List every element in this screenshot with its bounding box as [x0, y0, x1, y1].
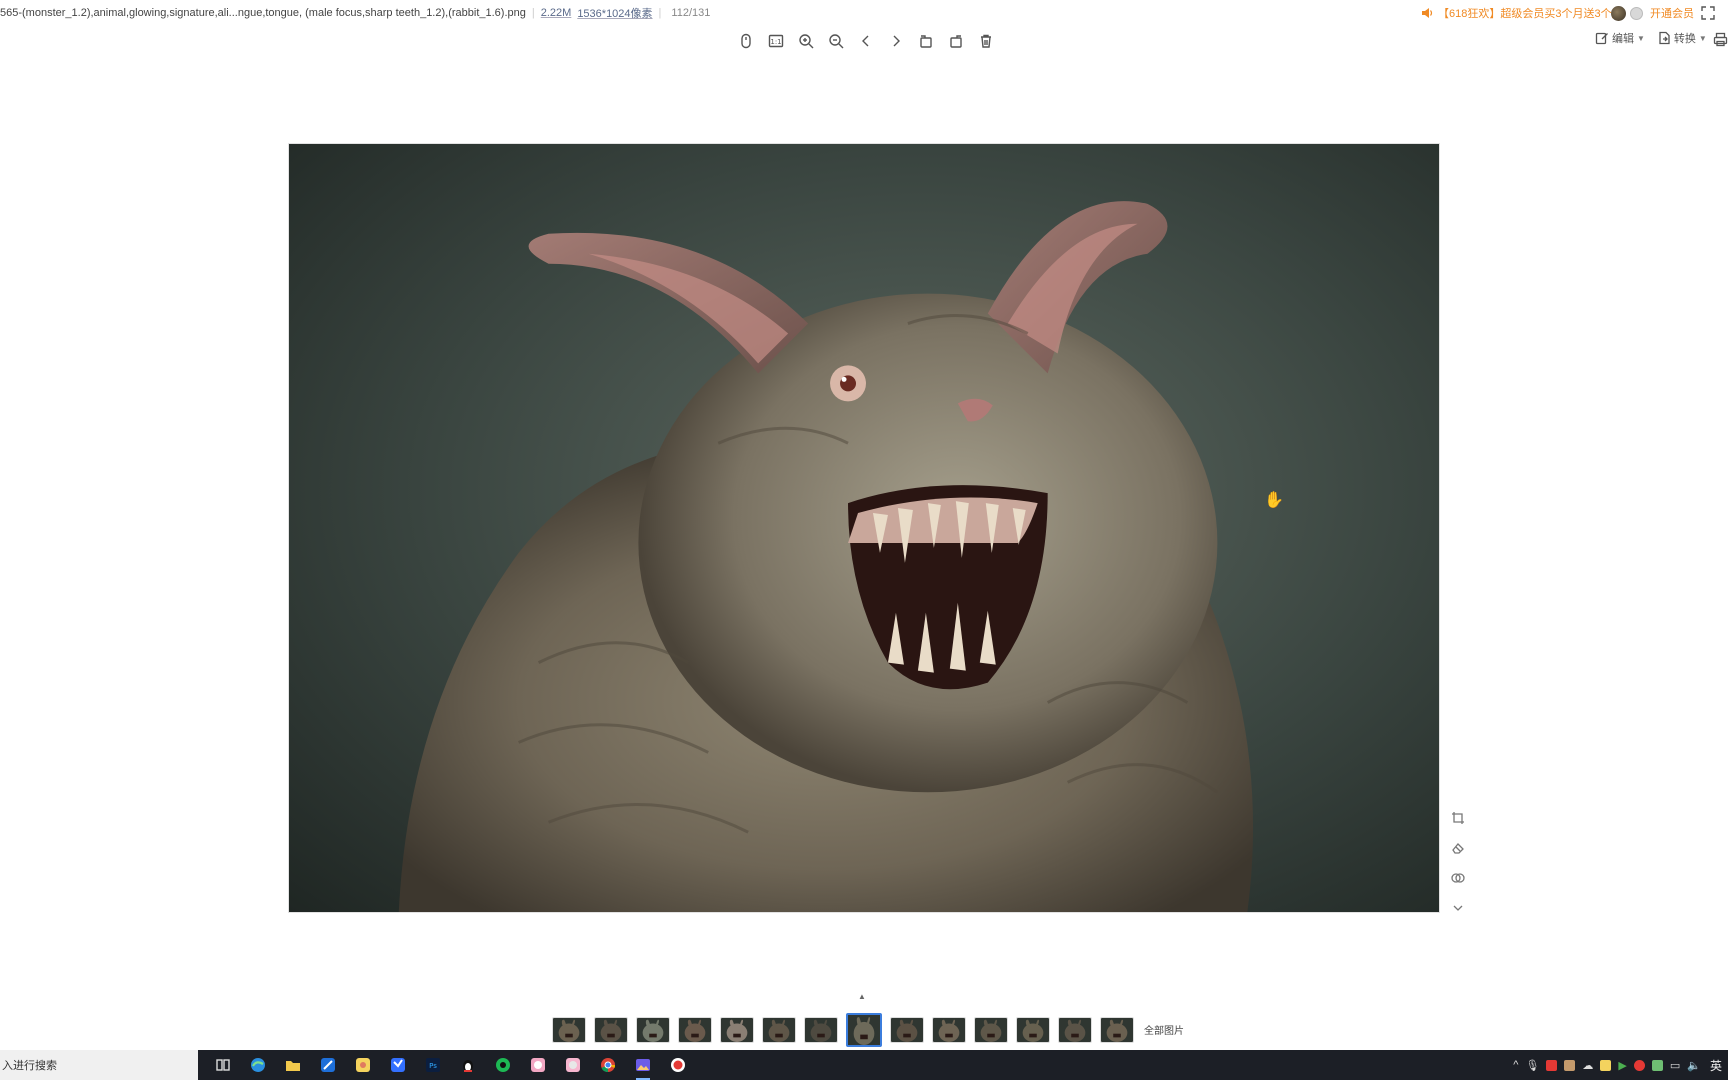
notes-app-icon[interactable]: [352, 1054, 374, 1076]
monster-rabbit-image: [398, 201, 1254, 912]
task-view-icon[interactable]: [212, 1054, 234, 1076]
filmstrip: [552, 1013, 1134, 1047]
thumbnail[interactable]: [594, 1017, 628, 1043]
delete-button[interactable]: [975, 30, 997, 52]
svg-text:1:1: 1:1: [770, 38, 781, 46]
microphone-icon[interactable]: 🎙: [1525, 1059, 1539, 1072]
main-image[interactable]: [288, 143, 1440, 913]
svg-text:Ps: Ps: [429, 1062, 437, 1070]
screen-recorder-icon[interactable]: [667, 1054, 689, 1076]
file-explorer-icon[interactable]: [282, 1054, 304, 1076]
photoshop-icon[interactable]: Ps: [422, 1054, 444, 1076]
image-viewer-app-icon[interactable]: [632, 1054, 654, 1080]
fullscreen-icon[interactable]: [1700, 5, 1716, 21]
cloud-icon[interactable]: ☁: [1582, 1059, 1593, 1072]
red-app-tray-icon[interactable]: [1546, 1059, 1558, 1071]
eraser-button[interactable]: [1448, 838, 1468, 858]
input-language-indicator[interactable]: 英: [1710, 1057, 1722, 1074]
promo-text[interactable]: 【618狂欢】超级会员买3个月送3个月: [1438, 5, 1623, 21]
next-image-button[interactable]: [885, 30, 907, 52]
thumbnail[interactable]: [678, 1017, 712, 1043]
promo-banner[interactable]: 【618狂欢】超级会员买3个月送3个月: [1420, 0, 1623, 26]
taskbar-apps: Ps: [212, 1054, 689, 1080]
convert-icon: [1659, 31, 1670, 45]
side-tools: [1448, 808, 1468, 918]
chevron-up-icon[interactable]: ^: [1513, 1059, 1518, 1071]
convert-menu-button[interactable]: 转换 ▼: [1657, 30, 1707, 46]
lark-app-icon[interactable]: [387, 1054, 409, 1076]
viewer-toolbar: 1:1: [735, 30, 997, 52]
file-name: 565-(monster_1.2),animal,glowing,signatu…: [0, 7, 526, 19]
record-tray-icon[interactable]: [1633, 1059, 1645, 1071]
thumbnail[interactable]: [974, 1017, 1008, 1043]
chevron-right-icon: [893, 35, 900, 47]
thumbnail[interactable]: [552, 1017, 586, 1043]
image-counter: 112/131: [671, 7, 711, 19]
user-avatar[interactable]: [1611, 6, 1626, 21]
speaker-icon: [1420, 6, 1434, 20]
thumbnail[interactable]: [1016, 1017, 1050, 1043]
volume-icon[interactable]: 🔈: [1687, 1059, 1701, 1072]
chevron-left-icon: [862, 35, 869, 47]
collapse-button[interactable]: [1448, 898, 1468, 918]
green-tray-icon[interactable]: [1651, 1059, 1663, 1071]
qq-penguin-icon[interactable]: [457, 1054, 479, 1076]
previous-image-button[interactable]: [855, 30, 877, 52]
trash-icon: [981, 34, 991, 48]
pink-app-icon-2[interactable]: [562, 1054, 584, 1076]
thumbnail[interactable]: [636, 1017, 670, 1043]
thumbnail[interactable]: [804, 1017, 838, 1043]
thumbnail[interactable]: [720, 1017, 754, 1043]
thumbnail[interactable]: [1058, 1017, 1092, 1043]
feather-app-icon[interactable]: [317, 1054, 339, 1076]
crop-icon: [1452, 812, 1464, 824]
windows-taskbar: 入进行搜索 Ps ^ 🎙 ☁ ▶ ▭ 🔈 英: [0, 1050, 1728, 1080]
vip-button[interactable]: 开通会员: [1650, 0, 1694, 26]
zoom-out-button[interactable]: [825, 30, 847, 52]
zoom-in-icon: [799, 34, 814, 49]
image-dimensions[interactable]: 1536*1024像素: [577, 5, 652, 21]
edit-icon: [1595, 32, 1608, 45]
rotate-left-icon: [920, 35, 932, 48]
taskbar-search-input[interactable]: 入进行搜索: [0, 1050, 198, 1080]
play-tray-icon[interactable]: ▶: [1618, 1059, 1626, 1072]
system-tray: ^ 🎙 ☁ ▶ ▭ 🔈 英: [1513, 1050, 1728, 1080]
chrome-browser-icon[interactable]: [597, 1054, 619, 1076]
hand-cursor-icon: ✋: [1264, 492, 1284, 509]
caret-down-icon: ▼: [1698, 33, 1707, 43]
edit-menu-button[interactable]: 编辑 ▼: [1595, 30, 1645, 46]
caret-down-icon: ▼: [1637, 33, 1645, 43]
print-icon[interactable]: [1713, 32, 1728, 47]
crop-button[interactable]: [1448, 808, 1468, 828]
eraser-icon: [1452, 843, 1464, 854]
zoom-in-button[interactable]: [795, 30, 817, 52]
mouse-icon: [741, 33, 751, 49]
rotate-right-icon: [950, 35, 962, 48]
pink-app-icon[interactable]: [527, 1054, 549, 1076]
compare-icon: [1451, 873, 1465, 883]
thumbnail[interactable]: [1100, 1017, 1134, 1043]
record-app-icon[interactable]: [492, 1054, 514, 1076]
actual-size-button[interactable]: 1:1: [765, 30, 787, 52]
vip-status-icon[interactable]: [1630, 7, 1643, 20]
chevron-down-icon: [1453, 905, 1463, 911]
shield-tray-icon[interactable]: [1600, 1059, 1612, 1071]
filmstrip-toggle-icon[interactable]: ▲: [858, 992, 866, 1001]
compare-button[interactable]: [1448, 868, 1468, 888]
rotate-right-button[interactable]: [945, 30, 967, 52]
edge-browser-icon[interactable]: [247, 1054, 269, 1076]
all-images-link[interactable]: 全部图片: [1144, 1022, 1184, 1037]
mouse-mode-button[interactable]: [735, 30, 757, 52]
network-icon[interactable]: ▭: [1670, 1059, 1680, 1072]
thumbnail[interactable]: [762, 1017, 796, 1043]
thumbnail[interactable]: [932, 1017, 966, 1043]
cat-tray-icon[interactable]: [1564, 1059, 1576, 1071]
zoom-out-icon: [829, 34, 844, 49]
right-toolbar: 编辑 ▼ 转换 ▼: [1595, 30, 1707, 46]
thumbnail-active[interactable]: [846, 1013, 882, 1047]
one-to-one-icon: 1:1: [768, 34, 784, 48]
file-size[interactable]: 2.22M: [541, 7, 572, 19]
thumbnail[interactable]: [890, 1017, 924, 1043]
rotate-left-button[interactable]: [915, 30, 937, 52]
